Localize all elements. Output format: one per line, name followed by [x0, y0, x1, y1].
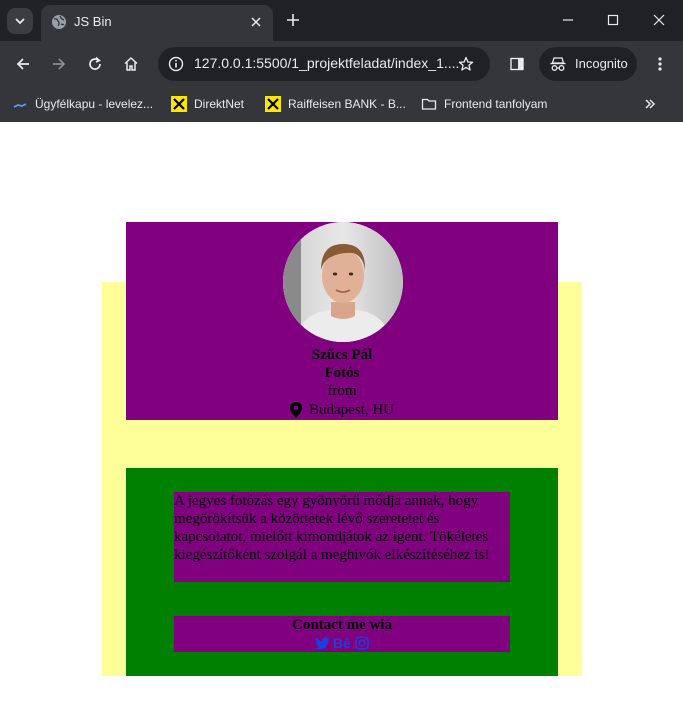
bookmark-label: Raiffeisen BANK - B... [288, 97, 406, 111]
profile-card: Szűcs Pál Fotós from Budapest, HU [126, 222, 558, 420]
raiffeisen-logo-icon [265, 96, 281, 112]
info-card: A jegyes fotózás egy gyönyörű módja anna… [126, 468, 558, 676]
profile-name: Szűcs Pál [311, 347, 373, 363]
raiffeisen-logo-icon [171, 96, 187, 112]
folder-icon [421, 96, 437, 112]
back-arrow-icon[interactable] [11, 52, 35, 76]
bookmark-ugyfelkapu[interactable]: Ügyfélkapu - levelez... [12, 95, 153, 113]
chevron-down-icon [15, 18, 25, 25]
about-text: A jegyes fotózás egy gyönyörű módja anna… [174, 492, 510, 582]
bookmark-frontend-tanfolyam[interactable]: Frontend tanfolyam [421, 95, 547, 113]
minimize-icon[interactable] [558, 10, 578, 30]
maximize-icon[interactable] [603, 10, 623, 30]
behance-icon[interactable]: Bē [333, 635, 351, 651]
profile-from-label: from [327, 383, 357, 399]
menu-kebab-icon[interactable] [648, 52, 672, 76]
twitter-icon[interactable] [314, 636, 330, 651]
incognito-icon [550, 57, 566, 71]
contact-section: Contact me wia Bē [174, 616, 510, 652]
tab-search-button[interactable] [7, 8, 33, 34]
forward-arrow-icon[interactable] [47, 52, 71, 76]
side-panel-icon[interactable] [505, 52, 529, 76]
home-icon[interactable] [119, 52, 143, 76]
tab-active[interactable]: JS Bin [41, 5, 273, 41]
bookmark-star-icon[interactable] [456, 54, 476, 74]
ugyfelkapu-icon [12, 96, 28, 112]
social-links: Bē [174, 634, 510, 652]
bookmark-label: Ügyfélkapu - levelez... [35, 97, 154, 111]
address-bar[interactable]: 127.0.0.1:5500/1_projektfeladat/index_1.… [158, 47, 490, 81]
location-text: Budapest, HU [309, 402, 394, 418]
bookmarks-bar: Ügyfélkapu - levelez... DirektNet Raiffe… [0, 87, 683, 122]
bookmark-label: Frontend tanfolyam [444, 97, 548, 111]
close-tab-icon[interactable] [247, 13, 265, 31]
bookmark-label: DirektNet [194, 97, 245, 111]
profile-job: Fotós [324, 365, 360, 381]
contact-title: Contact me wia [292, 617, 392, 633]
globe-icon [52, 15, 66, 29]
bookmark-direktnet[interactable]: DirektNet [171, 95, 244, 113]
incognito-indicator[interactable]: Incognito [539, 47, 637, 81]
site-info-icon[interactable] [166, 54, 186, 74]
instagram-icon[interactable] [355, 636, 370, 651]
browser-chrome: JS Bin 127.0.0.1:5500/1_projektfeladat/i… [0, 0, 683, 122]
page-viewport: Szűcs Pál Fotós from Budapest, HU A jegy… [1, 122, 682, 727]
close-window-icon[interactable] [649, 10, 669, 30]
tab-strip: JS Bin [0, 0, 683, 41]
profile-location: Budapest, HU [126, 400, 558, 420]
incognito-label: Incognito [575, 56, 628, 71]
tab-title: JS Bin [74, 14, 112, 29]
map-pin-icon [290, 402, 302, 418]
bookmark-raiffeisen[interactable]: Raiffeisen BANK - B... [265, 95, 406, 113]
url-text: 127.0.0.1:5500/1_projektfeladat/index_1.… [194, 55, 460, 71]
double-chevron-right-icon[interactable] [641, 95, 659, 113]
toolbar: 127.0.0.1:5500/1_projektfeladat/index_1.… [0, 41, 683, 87]
avatar [283, 222, 403, 342]
new-tab-icon[interactable] [283, 10, 303, 30]
reload-icon[interactable] [83, 52, 107, 76]
